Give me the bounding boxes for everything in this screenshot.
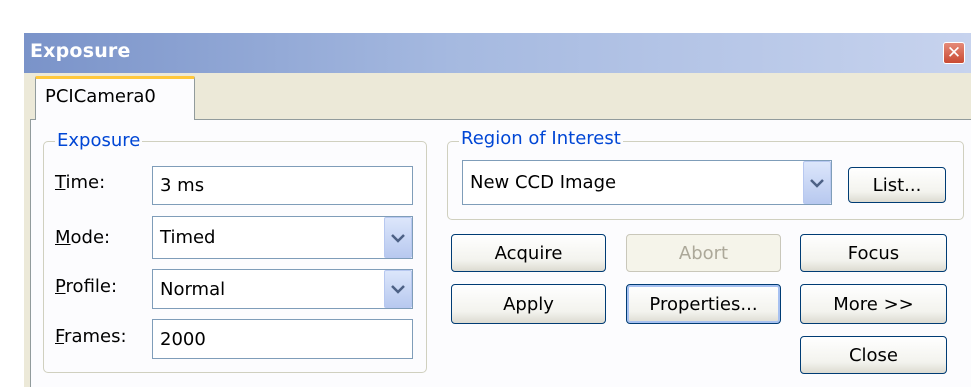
chevron-down-icon — [810, 178, 824, 188]
exposure-group-legend: Exposure — [55, 130, 143, 151]
roi-select[interactable]: New CCD Image — [462, 160, 832, 205]
profile-label: Profile: — [55, 276, 118, 297]
mode-label: Mode: — [55, 227, 111, 248]
list-button[interactable]: List... — [848, 167, 946, 203]
frames-input[interactable]: 2000 — [152, 319, 413, 359]
chevron-down-icon — [391, 285, 405, 294]
properties-button[interactable]: Properties... — [626, 284, 781, 324]
window-title: Exposure — [30, 40, 131, 62]
abort-button[interactable]: Abort — [626, 234, 781, 272]
close-window-button[interactable]: ✕ — [943, 42, 965, 64]
frames-label: Frames: — [55, 326, 127, 347]
chevron-down-icon — [391, 233, 405, 243]
roi-dropdown-button[interactable] — [803, 161, 831, 204]
apply-button[interactable]: Apply — [451, 284, 606, 324]
roi-group-legend: Region of Interest — [459, 128, 623, 149]
mode-select[interactable]: Timed — [152, 216, 413, 259]
more-button[interactable]: More >> — [800, 284, 947, 324]
title-bar[interactable] — [24, 33, 971, 73]
tab-pcicamera0[interactable]: PCICamera0 — [35, 76, 195, 120]
focus-button[interactable]: Focus — [800, 234, 947, 272]
mode-dropdown-button[interactable] — [384, 217, 412, 258]
close-icon: ✕ — [946, 43, 962, 63]
time-input[interactable]: 3 ms — [152, 166, 413, 205]
profile-select[interactable]: Normal — [152, 269, 413, 309]
close-button[interactable]: Close — [800, 336, 947, 374]
acquire-button[interactable]: Acquire — [451, 234, 606, 272]
profile-dropdown-button[interactable] — [384, 270, 412, 308]
time-label: Time: — [55, 172, 106, 193]
